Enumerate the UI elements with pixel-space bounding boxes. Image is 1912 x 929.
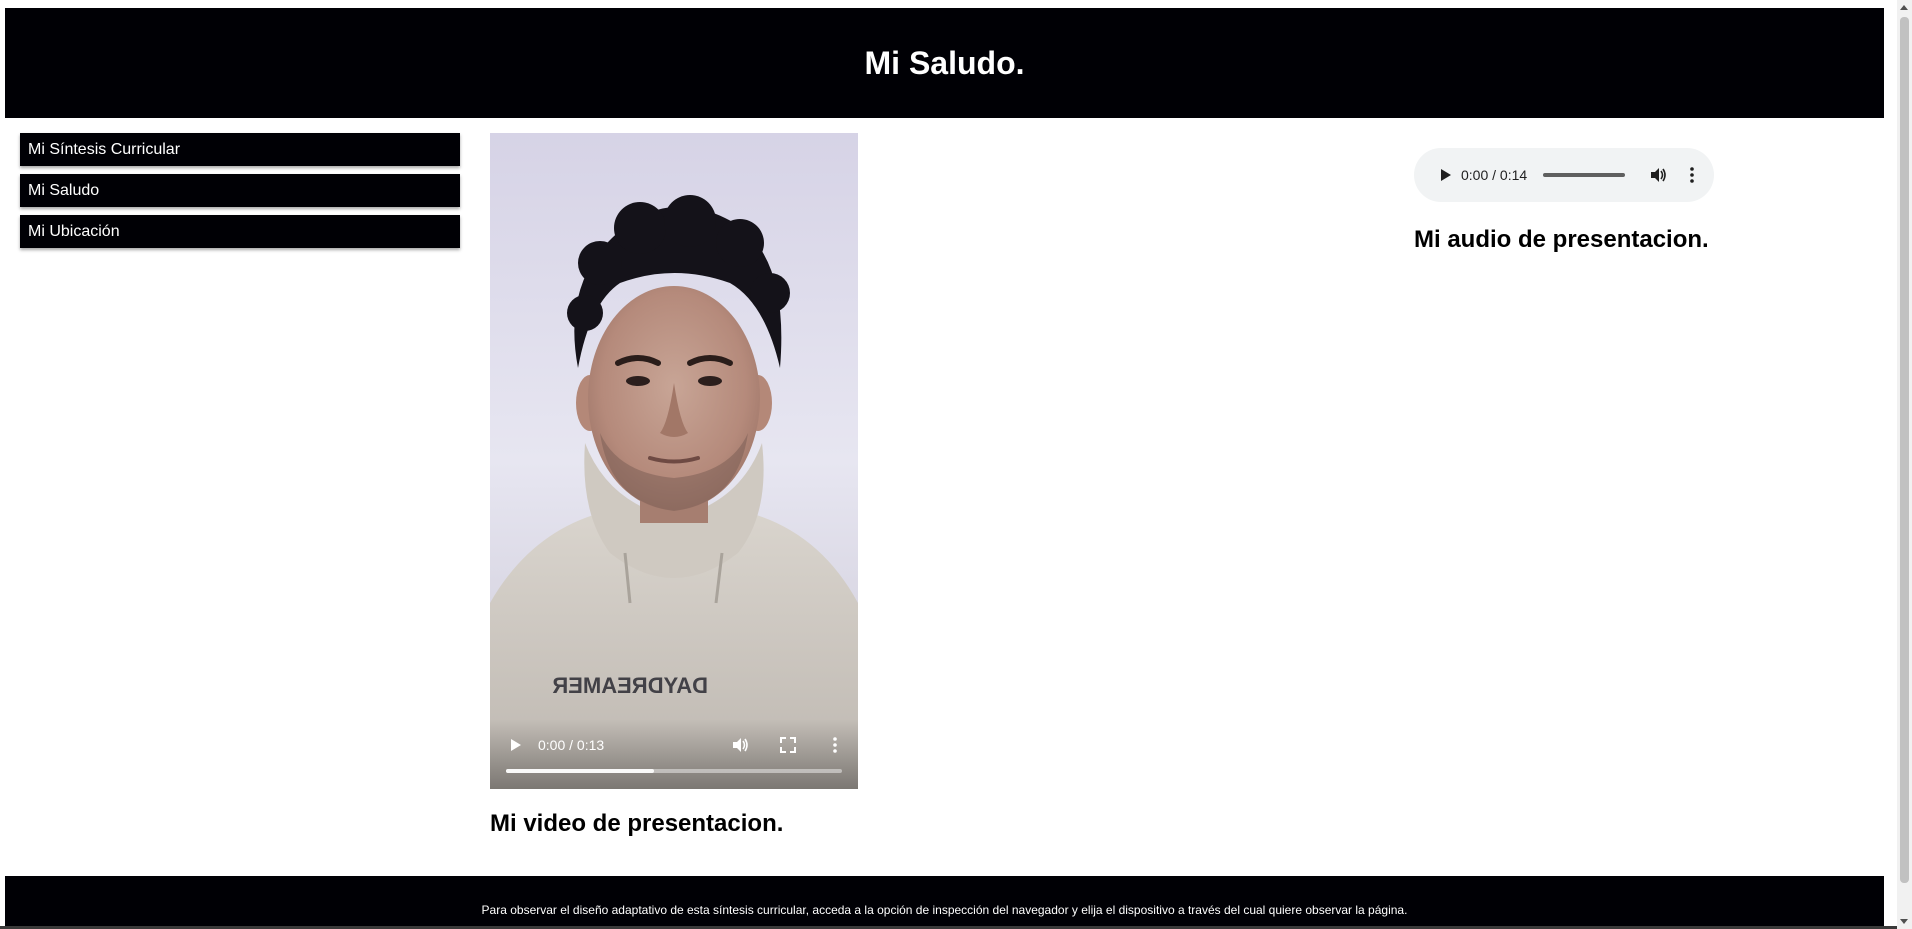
scrollbar-thumb[interactable] bbox=[1900, 17, 1909, 883]
page-title: Mi Saludo. bbox=[864, 44, 1025, 81]
video-play-icon[interactable] bbox=[506, 736, 524, 754]
page: Mi Saludo. Mi Síntesis Curricular Mi Sal… bbox=[0, 0, 1912, 929]
audio-volume-icon[interactable] bbox=[1648, 165, 1668, 185]
sidebar-item-saludo[interactable]: Mi Saludo bbox=[20, 174, 460, 207]
video-buffered-fill bbox=[506, 769, 654, 773]
scroll-down-arrow-icon[interactable] bbox=[1900, 919, 1908, 924]
sidebar-nav: Mi Síntesis Curricular Mi Saludo Mi Ubic… bbox=[20, 133, 460, 256]
footer-text: Para observar el diseño adaptativo de es… bbox=[481, 903, 1408, 917]
site-header: Mi Saludo. bbox=[5, 8, 1884, 118]
sidebar-item-ubicacion[interactable]: Mi Ubicación bbox=[20, 215, 460, 248]
audio-progress-bar[interactable] bbox=[1543, 173, 1625, 177]
video-time: 0:00 / 0:13 bbox=[538, 737, 605, 753]
audio-more-options-icon[interactable] bbox=[1682, 165, 1702, 185]
more-options-icon[interactable] bbox=[825, 735, 845, 755]
audio-player[interactable]: 0:00 / 0:14 bbox=[1414, 148, 1714, 202]
volume-icon[interactable] bbox=[730, 735, 750, 755]
sidebar-item-sintesis-curricular[interactable]: Mi Síntesis Curricular bbox=[20, 133, 460, 166]
video-progress-bar[interactable] bbox=[506, 769, 842, 773]
fullscreen-icon[interactable] bbox=[778, 735, 798, 755]
video-player[interactable]: DAYDREAMER 0:00 / 0:13 bbox=[490, 133, 858, 789]
svg-text:DAYDREAMER: DAYDREAMER bbox=[552, 673, 708, 698]
scroll-up-arrow-icon[interactable] bbox=[1900, 5, 1908, 10]
site-footer: Para observar el diseño adaptativo de es… bbox=[5, 876, 1884, 929]
audio-play-icon[interactable] bbox=[1436, 166, 1454, 184]
audio-time: 0:00 / 0:14 bbox=[1461, 167, 1528, 183]
video-frame: DAYDREAMER bbox=[490, 133, 858, 789]
video-controls: 0:00 / 0:13 bbox=[490, 719, 858, 789]
video-caption: Mi video de presentacion. bbox=[490, 810, 784, 837]
scrollbar[interactable] bbox=[1897, 0, 1912, 929]
audio-caption: Mi audio de presentacion. bbox=[1414, 226, 1709, 253]
